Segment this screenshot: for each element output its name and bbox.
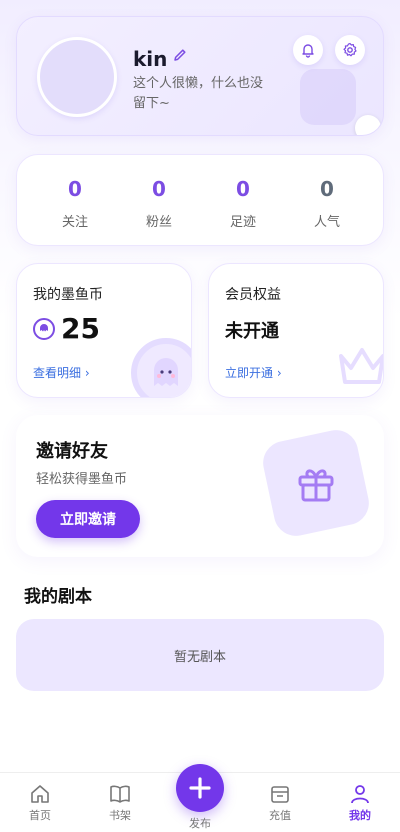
decoration-dot bbox=[355, 115, 381, 135]
gift-icon bbox=[259, 426, 373, 540]
coin-link-text: 查看明细 bbox=[33, 366, 82, 380]
stat-footprint[interactable]: 0 足迹 bbox=[197, 155, 289, 245]
scripts-empty-state: 暂无剧本 bbox=[16, 619, 384, 691]
vip-title: 会员权益 bbox=[225, 287, 281, 303]
avatar[interactable] bbox=[37, 37, 117, 117]
plus-icon bbox=[189, 777, 211, 799]
tab-mine[interactable]: 我的 bbox=[320, 783, 400, 823]
coin-balance: 25 bbox=[61, 312, 100, 345]
coin-title: 我的墨鱼币 bbox=[33, 287, 103, 303]
gear-icon bbox=[343, 42, 357, 57]
crown-icon bbox=[339, 348, 383, 384]
ghost-mascot-icon bbox=[131, 338, 191, 397]
stat-value: 0 bbox=[68, 177, 82, 201]
stat-value: 0 bbox=[152, 177, 166, 201]
stat-value: 0 bbox=[320, 177, 334, 201]
tab-recharge[interactable]: 充值 bbox=[240, 783, 320, 823]
wallet-icon bbox=[271, 786, 289, 803]
invite-card: 邀请好友 轻松获得墨鱼币 立即邀请 bbox=[16, 415, 384, 557]
user-icon bbox=[351, 785, 369, 804]
stat-label: 关注 bbox=[61, 215, 88, 230]
settings-button[interactable] bbox=[335, 35, 365, 65]
scripts-section-title: 我的剧本 bbox=[24, 587, 92, 607]
tab-home[interactable]: 首页 bbox=[0, 783, 80, 823]
notification-button[interactable] bbox=[293, 35, 323, 65]
home-icon bbox=[31, 785, 49, 803]
edit-icon[interactable] bbox=[172, 47, 188, 63]
stats-card: 0 关注 0 粉丝 0 足迹 0 人气 bbox=[16, 154, 384, 246]
stat-label: 足迹 bbox=[229, 215, 256, 230]
invite-button[interactable]: 立即邀请 bbox=[36, 500, 140, 538]
username: kin bbox=[133, 47, 168, 71]
tab-label: 我的 bbox=[349, 809, 371, 822]
chevron-right-icon: › bbox=[276, 366, 282, 380]
stat-value: 0 bbox=[236, 177, 250, 201]
stat-followers[interactable]: 0 粉丝 bbox=[113, 155, 205, 245]
coin-detail-link[interactable]: 查看明细 › bbox=[33, 364, 90, 381]
vip-card[interactable]: 会员权益 未开通 立即开通 › bbox=[208, 263, 384, 398]
profile-card: kin 这个人很懒，什么也没留下~ bbox=[16, 16, 384, 136]
vip-status: 未开通 bbox=[225, 321, 279, 342]
coin-card[interactable]: 我的墨鱼币 25 查看明细 › bbox=[16, 263, 192, 398]
tab-label: 充值 bbox=[269, 809, 291, 822]
decoration-square bbox=[300, 69, 356, 125]
stat-following[interactable]: 0 关注 bbox=[29, 155, 121, 245]
stat-popularity[interactable]: 0 人气 bbox=[281, 155, 373, 245]
stat-label: 粉丝 bbox=[145, 215, 172, 230]
vip-open-link[interactable]: 立即开通 › bbox=[225, 364, 282, 381]
profile-bio: 这个人很懒，什么也没留下~ bbox=[133, 76, 264, 111]
publish-label: 发布 bbox=[189, 817, 211, 830]
coin-icon bbox=[33, 318, 55, 340]
publish-button[interactable] bbox=[176, 764, 224, 812]
tab-shelf[interactable]: 书架 bbox=[80, 783, 160, 823]
bell-icon bbox=[302, 44, 314, 58]
book-icon bbox=[110, 785, 130, 803]
invite-title: 邀请好友 bbox=[36, 441, 108, 462]
tab-label: 首页 bbox=[29, 809, 51, 822]
stat-label: 人气 bbox=[313, 215, 340, 230]
chevron-right-icon: › bbox=[84, 366, 90, 380]
tab-label: 书架 bbox=[109, 809, 131, 822]
invite-subtitle: 轻松获得墨鱼币 bbox=[36, 472, 128, 487]
vip-link-text: 立即开通 bbox=[225, 366, 274, 380]
